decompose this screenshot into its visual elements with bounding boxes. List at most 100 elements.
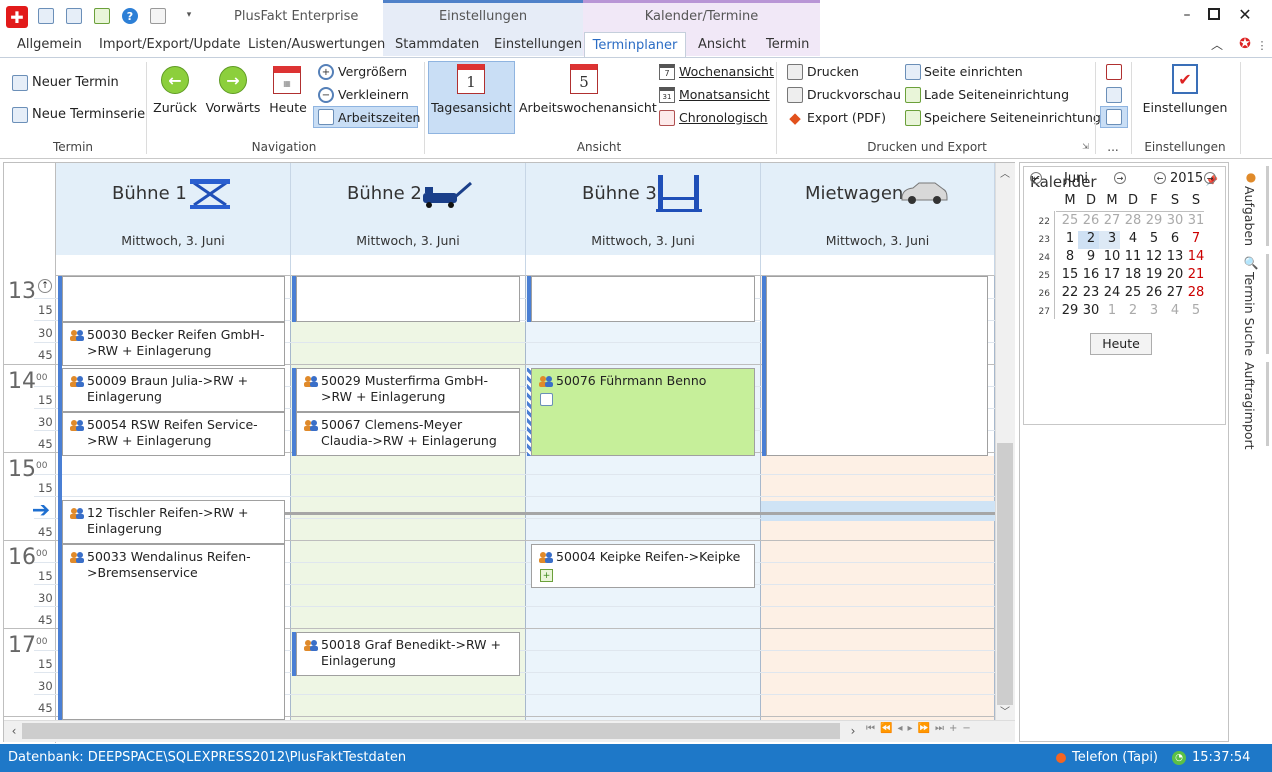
tab-termin[interactable]: Termin	[766, 37, 809, 57]
allday-row[interactable]	[526, 255, 761, 276]
new-appointment-button[interactable]: Neuer Termin	[32, 75, 119, 90]
calendar-day[interactable]: 11	[1123, 249, 1143, 264]
column-header-mietwagen[interactable]: Mietwagen Mittwoch, 3. Juni	[761, 163, 995, 255]
today-button-calendar[interactable]: Heute	[1090, 333, 1152, 355]
export-pdf-button[interactable]: Export (PDF)	[807, 110, 886, 125]
appointment-card[interactable]: 50030 Becker Reifen GmbH->RW + Einlageru…	[62, 322, 285, 366]
scroll-down-arrow-icon[interactable]: ﹀	[999, 703, 1011, 718]
calendar-day[interactable]: 1	[1060, 231, 1080, 246]
appointment-empty[interactable]	[766, 276, 988, 456]
calendar-day[interactable]: 24	[1102, 285, 1122, 300]
calendar-day[interactable]: 27	[1102, 213, 1122, 228]
calendar-user-icon[interactable]	[1106, 87, 1122, 103]
calendar-day[interactable]: 4	[1123, 231, 1143, 246]
week-view-button[interactable]: Wochenansicht	[679, 64, 774, 79]
minimize-icon[interactable]: –	[1180, 7, 1194, 23]
qa-table-icon[interactable]	[150, 8, 166, 24]
calendar-day[interactable]: 30	[1165, 213, 1185, 228]
calendar-day[interactable]: 9	[1081, 249, 1101, 264]
next-month-icon[interactable]: →	[1114, 172, 1126, 184]
calendar-day[interactable]: 19	[1144, 267, 1164, 282]
appointment-card[interactable]: 50067 Clemens-Meyer Claudia->RW + Einlag…	[296, 412, 520, 456]
side-tab-auftragimport[interactable]: Auftragimport	[1242, 362, 1257, 450]
maximize-icon[interactable]	[1208, 8, 1220, 20]
scroll-up-arrow-icon[interactable]: ︿	[999, 165, 1011, 180]
zoom-out-button[interactable]: Verkleinern	[338, 87, 409, 102]
tab-stammdaten[interactable]: Stammdaten	[395, 37, 479, 57]
scroll-left-arrow-icon[interactable]: ‹	[9, 724, 19, 738]
qa-help-icon[interactable]: ?	[122, 8, 138, 24]
calendar-day[interactable]: 3	[1102, 231, 1122, 246]
scrollbar-thumb[interactable]	[997, 443, 1013, 705]
navigation-buttons[interactable]: ⏮⏪◂▸⏩⏭+−	[866, 723, 996, 739]
calendar-day[interactable]: 17	[1102, 267, 1122, 282]
appointment-card[interactable]: 50004 Keipke Reifen->Keipke +	[531, 544, 755, 588]
calendar-day[interactable]: 31	[1186, 213, 1206, 228]
scroll-right-arrow-icon[interactable]: ›	[848, 724, 858, 738]
qa-update-icon[interactable]	[94, 8, 110, 24]
allday-row[interactable]	[761, 255, 995, 276]
new-series-button[interactable]: Neue Terminserie	[32, 107, 145, 122]
prev-year-icon[interactable]: ←	[1154, 172, 1166, 184]
zoom-in-button[interactable]: Vergrößern	[338, 64, 407, 79]
calendar-day[interactable]: 18	[1123, 267, 1143, 282]
appointment-empty[interactable]	[531, 276, 755, 322]
print-button[interactable]: Drucken	[807, 64, 859, 79]
save-setup-button[interactable]: Speichere Seiteneinrichtung	[924, 110, 1101, 125]
calendar-day[interactable]: 29	[1144, 213, 1164, 228]
tab-einstellungen[interactable]: Einstellungen	[494, 37, 582, 57]
appointment-card[interactable]: 50054 RSW Reifen Service->RW + Einlageru…	[62, 412, 285, 456]
column-header-buehne1[interactable]: Bühne 1 Mittwoch, 3. Juni	[56, 163, 291, 255]
month-view-button[interactable]: Monatsansicht	[679, 87, 770, 102]
forward-button[interactable]: Vorwärts	[204, 100, 262, 115]
calendar-day[interactable]: 6	[1165, 231, 1185, 246]
tab-terminplaner[interactable]: Terminplaner	[584, 32, 686, 58]
appointment-empty[interactable]	[62, 276, 285, 322]
side-tab-termin-suche[interactable]: Termin Suche	[1242, 272, 1257, 356]
column-header-buehne2[interactable]: Bühne 2 Mittwoch, 3. Juni	[291, 163, 526, 255]
load-setup-button[interactable]: Lade Seiteneinrichtung	[924, 87, 1069, 102]
calendar-day[interactable]: 23	[1081, 285, 1101, 300]
calendar-day[interactable]: 1	[1102, 303, 1122, 318]
tab-allgemein[interactable]: Allgemein	[17, 37, 82, 57]
calendar-day[interactable]: 5	[1144, 231, 1164, 246]
page-setup-button[interactable]: Seite einrichten	[924, 64, 1023, 79]
calendar-day[interactable]: 26	[1144, 285, 1164, 300]
calendar-day[interactable]: 25	[1123, 285, 1143, 300]
settings-button[interactable]: Einstellungen	[1135, 100, 1235, 115]
status-phone[interactable]: Telefon (Tapi)	[1072, 750, 1158, 765]
calendar-day[interactable]: 25	[1060, 213, 1080, 228]
close-icon[interactable]: ✕	[1236, 5, 1254, 24]
calendar-day[interactable]: 4	[1165, 303, 1185, 318]
allday-row[interactable]	[291, 255, 526, 276]
calendar-day[interactable]: 15	[1060, 267, 1080, 282]
today-button[interactable]: Heute	[266, 100, 310, 115]
appointment-card[interactable]: 50018 Graf Benedikt->RW + Einlagerung	[296, 632, 520, 676]
calendar-day[interactable]: 5	[1186, 303, 1206, 318]
calendar-day[interactable]: 14	[1186, 249, 1206, 264]
tab-ansicht[interactable]: Ansicht	[698, 37, 746, 57]
prev-month-icon[interactable]: ←	[1030, 172, 1042, 184]
appointment-card[interactable]: 50033 Wendalinus Reifen->Bremsenservice	[62, 544, 285, 720]
calendar-day[interactable]: 22	[1060, 285, 1080, 300]
appointment-card[interactable]: 50029 Musterfirma GmbH->RW + Einlagerung	[296, 368, 520, 412]
calendar-day[interactable]: 28	[1123, 213, 1143, 228]
calendar-small-icon[interactable]	[1106, 64, 1122, 80]
ribbon-options-icon[interactable]: ⋮	[1257, 38, 1268, 52]
back-button[interactable]: Zurück	[150, 100, 200, 115]
qa-users-icon[interactable]	[38, 8, 54, 24]
dialog-launcher-icon[interactable]: ⇲	[1081, 142, 1090, 151]
calendar-day[interactable]: 21	[1186, 267, 1206, 282]
appointment-card[interactable]: 12 Tischler Reifen->RW + Einlagerung	[62, 500, 285, 544]
next-year-icon[interactable]: →	[1204, 172, 1216, 184]
appointment-empty[interactable]	[296, 276, 520, 322]
allday-row[interactable]	[56, 255, 291, 276]
calendar-day[interactable]: 26	[1081, 213, 1101, 228]
calendar-day[interactable]: 8	[1060, 249, 1080, 264]
calendar-day[interactable]: 12	[1144, 249, 1164, 264]
print-preview-button[interactable]: Druckvorschau	[807, 87, 901, 102]
appointment-card-green[interactable]: 50076 Führmann Benno	[531, 368, 755, 456]
calendar-day[interactable]: 16	[1081, 267, 1101, 282]
column-header-buehne3[interactable]: Bühne 3 Mittwoch, 3. Juni	[526, 163, 761, 255]
chronological-button[interactable]: Chronologisch	[679, 110, 768, 125]
